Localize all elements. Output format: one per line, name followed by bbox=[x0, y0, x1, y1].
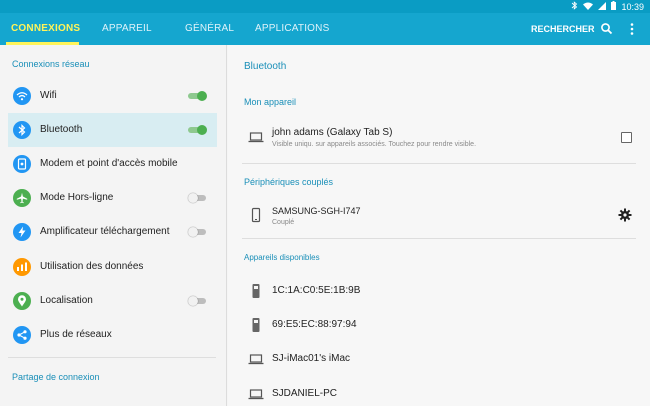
sidebar-item-label: Utilisation des données bbox=[40, 261, 144, 272]
device-icon bbox=[248, 317, 264, 333]
sidebar-item-label: Modem et point d'accès mobile bbox=[40, 158, 178, 169]
sidebar-item-label: Amplificateur téléchargement bbox=[40, 226, 170, 237]
section-header-available: Appareils disponibles bbox=[244, 253, 320, 262]
wifi-toggle[interactable] bbox=[188, 91, 207, 101]
tab-connexions[interactable]: CONNEXIONS bbox=[11, 13, 80, 45]
sidebar-item-label: Plus de réseaux bbox=[40, 329, 112, 340]
search-button[interactable]: RECHERCHER bbox=[531, 13, 595, 45]
search-icon[interactable] bbox=[599, 21, 615, 37]
tab-general[interactable]: GÉNÉRAL bbox=[185, 13, 234, 45]
sidebar-item-label: Mode Hors-ligne bbox=[40, 192, 114, 203]
status-time: 10:39 bbox=[621, 1, 644, 12]
available-device-row[interactable]: SJ-iMac01's iMac bbox=[244, 345, 636, 375]
available-device-row[interactable]: 69:E5:EC:88:97:94 bbox=[244, 311, 636, 341]
section-divider bbox=[242, 238, 636, 239]
sidebar-item-more-networks[interactable]: Plus de réseaux bbox=[8, 318, 217, 352]
laptop-icon bbox=[248, 129, 264, 145]
bluetooth-toggle[interactable] bbox=[188, 125, 207, 135]
sidebar-item-download-booster[interactable]: Amplificateur téléchargement bbox=[8, 215, 217, 249]
wifi-icon bbox=[13, 87, 31, 105]
page-title: Bluetooth bbox=[244, 61, 287, 72]
sidebar-item-label: Bluetooth bbox=[40, 124, 83, 135]
visibility-checkbox[interactable] bbox=[621, 132, 632, 143]
top-tabs-bar: CONNEXIONS APPAREIL GÉNÉRAL APPLICATIONS… bbox=[0, 13, 650, 45]
my-device-row[interactable]: john adams (Galaxy Tab S) Visible uniqu.… bbox=[244, 119, 636, 161]
section-divider bbox=[8, 357, 216, 358]
tab-applications[interactable]: APPLICATIONS bbox=[255, 13, 329, 45]
more-networks-icon bbox=[13, 326, 31, 344]
phone-icon bbox=[248, 207, 264, 223]
device-name: 1C:1A:C0:5E:1B:9B bbox=[272, 285, 361, 296]
section-header-network: Connexions réseau bbox=[12, 59, 90, 69]
available-device-row[interactable]: 1C:1A:C0:5E:1B:9B bbox=[244, 277, 636, 307]
sidebar-item-label: Localisation bbox=[40, 295, 93, 306]
section-header-my-device: Mon appareil bbox=[244, 97, 297, 107]
data-usage-icon bbox=[13, 258, 31, 276]
section-header-sharing: Partage de connexion bbox=[12, 372, 100, 382]
bluetooth-panel: Bluetooth Mon appareil john adams (Galax… bbox=[228, 45, 650, 406]
bluetooth-status-icon bbox=[571, 1, 578, 12]
sidebar-item-airplane[interactable]: Mode Hors-ligne bbox=[8, 181, 217, 215]
location-toggle[interactable] bbox=[188, 296, 206, 306]
device-visibility-text: Visible uniqu. sur appareils associés. T… bbox=[272, 141, 477, 148]
device-icon bbox=[248, 283, 264, 299]
sidebar-item-hotspot[interactable]: Modem et point d'accès mobile bbox=[8, 147, 217, 181]
wifi-status-icon bbox=[583, 2, 594, 12]
device-name: SAMSUNG-SGH-I747 bbox=[272, 206, 361, 216]
tab-appareil[interactable]: APPAREIL bbox=[102, 13, 152, 45]
sidebar-item-data-usage[interactable]: Utilisation des données bbox=[8, 250, 217, 284]
bluetooth-icon bbox=[13, 121, 31, 139]
status-bar: 10:39 bbox=[0, 0, 650, 13]
device-status: Couplé bbox=[272, 219, 295, 226]
laptop-icon bbox=[248, 386, 264, 402]
location-icon bbox=[13, 292, 31, 310]
more-vert-icon[interactable] bbox=[624, 21, 640, 37]
section-divider bbox=[242, 163, 636, 164]
download-booster-toggle[interactable] bbox=[188, 227, 206, 237]
bolt-icon bbox=[13, 223, 31, 241]
device-name: john adams (Galaxy Tab S) bbox=[272, 127, 393, 138]
sidebar-item-location[interactable]: Localisation bbox=[8, 284, 217, 318]
sidebar-item-label: Wifi bbox=[40, 90, 57, 101]
airplane-icon bbox=[13, 189, 31, 207]
signal-status-icon bbox=[598, 1, 607, 12]
battery-status-icon bbox=[611, 1, 617, 12]
laptop-icon bbox=[248, 351, 264, 367]
device-name: SJDANIEL-PC bbox=[272, 388, 338, 399]
section-header-paired: Périphériques couplés bbox=[244, 177, 334, 187]
available-device-row[interactable]: SJDANIEL-PC bbox=[244, 380, 636, 406]
gear-icon[interactable] bbox=[618, 208, 632, 222]
airplane-toggle[interactable] bbox=[188, 193, 206, 203]
device-name: SJ-iMac01's iMac bbox=[272, 353, 351, 364]
settings-sidebar: Connexions réseau Wifi Bluetooth Modem e… bbox=[0, 45, 227, 406]
sidebar-item-wifi[interactable]: Wifi bbox=[8, 79, 217, 113]
device-name: 69:E5:EC:88:97:94 bbox=[272, 319, 357, 330]
paired-device-row[interactable]: SAMSUNG-SGH-I747 Couplé bbox=[244, 197, 636, 233]
hotspot-icon bbox=[13, 155, 31, 173]
sidebar-item-bluetooth[interactable]: Bluetooth bbox=[8, 113, 217, 147]
